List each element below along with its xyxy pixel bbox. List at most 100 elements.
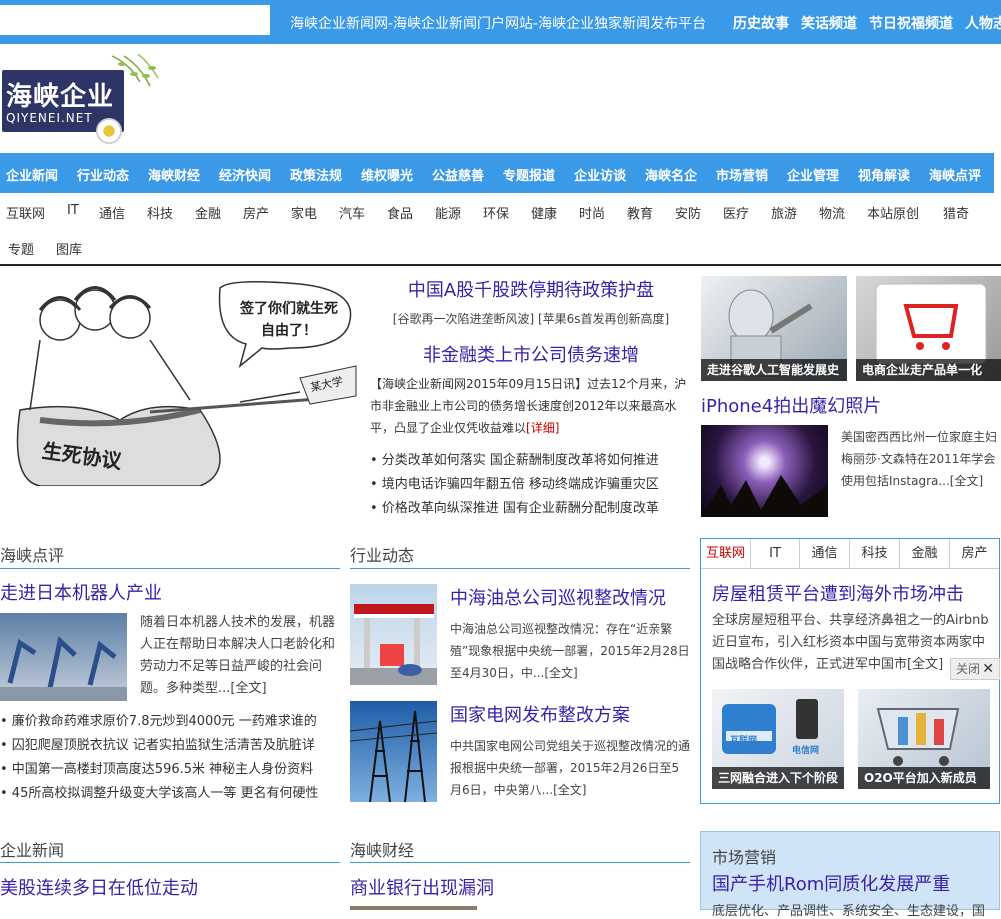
bank-loophole-title[interactable]: 商业银行出现漏洞	[350, 874, 494, 900]
nav-item[interactable]: 企业访谈	[574, 165, 626, 184]
logo-text-cn: 海峡企业	[6, 82, 115, 112]
headline-title-2[interactable]: 非金融类上市公司债务速增	[370, 341, 692, 367]
subnav-item[interactable]: 图库	[56, 239, 82, 258]
tab-it[interactable]: IT	[751, 539, 800, 569]
subnav-item[interactable]: 物流	[819, 203, 845, 222]
header-divider	[0, 264, 1001, 266]
tab-internet[interactable]: 互联网	[701, 539, 751, 569]
search-input[interactable]	[0, 5, 270, 35]
subnav-item[interactable]: 教育	[627, 203, 653, 222]
tab-telecom[interactable]: 通信	[800, 539, 850, 569]
nav-item[interactable]: 专题报道	[503, 165, 555, 184]
section-title-caijing[interactable]: 海峡财经	[350, 837, 414, 861]
subnav-item[interactable]: IT	[67, 203, 79, 218]
nav-item[interactable]: 海峡名企	[645, 165, 697, 184]
subnav-item[interactable]: 安防	[675, 203, 701, 222]
main-nav: 企业新闻 行业动态 海峡财经 经济快闻 政策法规 维权曝光 公益慈善 专题报道 …	[0, 153, 994, 193]
tab-tech[interactable]: 科技	[850, 539, 900, 569]
nav-item[interactable]: 视角解读	[858, 165, 910, 184]
subnav-item[interactable]: 能源	[435, 203, 461, 222]
robot-industry-title[interactable]: 走进日本机器人产业	[0, 579, 162, 605]
subnav-item[interactable]: 旅游	[771, 203, 797, 222]
headline-title[interactable]: 中国A股千股跌停期待政策护盘	[370, 276, 692, 302]
airbnb-article-title[interactable]: 房屋租赁平台遭到海外市场冲击	[712, 580, 964, 606]
section-title-dianping[interactable]: 海峡点评	[0, 542, 64, 566]
us-stocks-title[interactable]: 美股连续多日在低位走动	[0, 874, 198, 900]
robot-industry-text: 随着日本机器人技术的发展，机器人正在帮助日本解决人口老龄化和劳动力不足等日益严峻…	[140, 615, 336, 696]
nav-item[interactable]: 维权曝光	[361, 165, 413, 184]
grid-article-text: 中共国家电网公司党组关于巡视整改情况的通报根据中央统一部署，2015年2月26日…	[450, 739, 691, 797]
top-bar: 海峡企业新闻网-海峡企业新闻门户网站-海峡企业独家新闻发布平台 历史故事 笑话频道…	[0, 0, 1001, 44]
nav-item[interactable]: 企业管理	[787, 165, 839, 184]
section-line	[350, 862, 690, 863]
subnav-item[interactable]: 汽车	[339, 203, 365, 222]
network-thumbnail[interactable]: 互联网 电信网 三网融合进入下个阶段	[712, 689, 844, 789]
toplink-history[interactable]: 历史故事	[733, 16, 789, 32]
list-item[interactable]: • 中国第一高楼封顶高度达596.5米 神秘主人身份资料	[0, 758, 318, 782]
headline-bullet[interactable]: • 价格改革向纵深推进 国有企业薪酬分配制度改革	[370, 497, 692, 521]
headline-cartoon-image[interactable]: 签了你们就生死自由了！ 生死协议 某大学	[0, 280, 360, 486]
subnav-item[interactable]: 互联网	[6, 203, 45, 222]
headline-sublinks[interactable]: [谷歌再一次陷进垄断风波] [苹果6s首发再创新高度]	[370, 310, 692, 327]
nav-item[interactable]: 海峡财经	[148, 165, 200, 184]
network-label: 互联网	[730, 736, 758, 746]
o2o-thumbnail[interactable]: O2O平台加入新成员	[858, 689, 990, 789]
subnav-item[interactable]: 金融	[195, 203, 221, 222]
nav-item[interactable]: 公益慈善	[432, 165, 484, 184]
toplink-festival[interactable]: 节日祝福频道	[869, 16, 953, 32]
section-title-qiye[interactable]: 企业新闻	[0, 837, 64, 861]
cnooc-article-text: 中海油总公司巡视整改情况：存在“近亲繁殖”现象根据中央统一部署，2015年2月2…	[450, 622, 690, 680]
marketing-box: 市场营销 国产手机Rom同质化发展严重 底层优化、产品调性、系统安全、生态建设，…	[700, 831, 1000, 919]
nav-item[interactable]: 行业动态	[77, 165, 129, 184]
power-grid-thumbnail[interactable]	[350, 701, 437, 802]
subnav-item[interactable]: 专题	[8, 239, 34, 258]
toplink-people[interactable]: 人物志	[965, 16, 1001, 32]
thumbnail-caption: 电商企业走产品单一化	[856, 359, 1001, 381]
nav-item[interactable]: 市场营销	[716, 165, 768, 184]
site-logo[interactable]: 海峡企业 QIYENEI.NET	[0, 54, 160, 146]
tab-realestate[interactable]: 房产	[950, 539, 999, 569]
dianping-list: • 廉价救命药难求原价7.8元炒到4000元 一药难求谁的 • 囚犯爬屋顶脱衣抗…	[0, 710, 318, 806]
robot-thumbnail[interactable]: 走进谷歌人工智能发展史	[701, 276, 847, 381]
close-button[interactable]: 关闭 ✕	[950, 658, 1000, 680]
subnav-item[interactable]: 健康	[531, 203, 557, 222]
list-item[interactable]: • 45所高校拟调整升级变大学该高人一等 更名有何硬性	[0, 782, 318, 806]
subnav-item[interactable]: 环保	[483, 203, 509, 222]
magic-photo-thumbnail[interactable]	[701, 425, 828, 517]
top-links: 历史故事 笑话频道 节日祝福频道 人物志	[733, 13, 1001, 33]
phone-rom-title[interactable]: 国产手机Rom同质化发展严重	[712, 870, 950, 896]
robot-factory-thumbnail[interactable]	[0, 613, 127, 701]
detail-link[interactable]: [详细]	[526, 421, 559, 435]
thumbnail-caption: 三网融合进入下个阶段	[712, 767, 844, 789]
subnav-item[interactable]: 科技	[147, 203, 173, 222]
headline-news: 中国A股千股跌停期待政策护盘 [谷歌再一次陷进垄断风波] [苹果6s首发再创新高…	[370, 276, 692, 521]
bank-thumbnail[interactable]	[350, 906, 477, 910]
gas-station-thumbnail[interactable]	[350, 584, 437, 685]
subnav-item[interactable]: 房产	[243, 203, 269, 222]
cnooc-article-title[interactable]: 中海油总公司巡视整改情况	[450, 584, 666, 610]
nav-item[interactable]: 经济快闻	[219, 165, 271, 184]
iphone-article-title[interactable]: iPhone4拍出魔幻照片	[701, 392, 881, 418]
grid-article-title[interactable]: 国家电网发布整改方案	[450, 701, 630, 727]
list-item[interactable]: • 廉价救命药难求原价7.8元炒到4000元 一药难求谁的	[0, 710, 318, 734]
subnav-item[interactable]: 医疗	[723, 203, 749, 222]
subnav-item[interactable]: 通信	[99, 203, 125, 222]
site-title[interactable]: 海峡企业新闻网-海峡企业新闻门户网站-海峡企业独家新闻发布平台	[290, 13, 706, 33]
section-title-market[interactable]: 市场营销	[712, 844, 776, 868]
subnav-item[interactable]: 家电	[291, 203, 317, 222]
headline-bullet[interactable]: • 分类改革如何落实 国企薪酬制度改革将如何推进	[370, 449, 692, 473]
subnav-item[interactable]: 本站原创	[867, 203, 919, 222]
toplink-jokes[interactable]: 笑话频道	[801, 16, 857, 32]
nav-item[interactable]: 海峡点评	[929, 165, 981, 184]
cart-thumbnail[interactable]: 电商企业走产品单一化	[856, 276, 1001, 381]
nav-item[interactable]: 企业新闻	[6, 165, 58, 184]
subnav-item[interactable]: 时尚	[579, 203, 605, 222]
section-title-hangye[interactable]: 行业动态	[350, 542, 414, 566]
tab-finance[interactable]: 金融	[900, 539, 950, 569]
subnav-item[interactable]: 猎奇	[943, 203, 969, 222]
section-line	[350, 568, 690, 569]
headline-bullet[interactable]: • 境内电话诈骗四年翻五倍 移动终端成诈骗重灾区	[370, 473, 692, 497]
list-item[interactable]: • 囚犯爬屋顶脱衣抗议 记者实拍监狱生活清苦及肮脏详	[0, 734, 318, 758]
subnav-item[interactable]: 食品	[387, 203, 413, 222]
nav-item[interactable]: 政策法规	[290, 165, 342, 184]
